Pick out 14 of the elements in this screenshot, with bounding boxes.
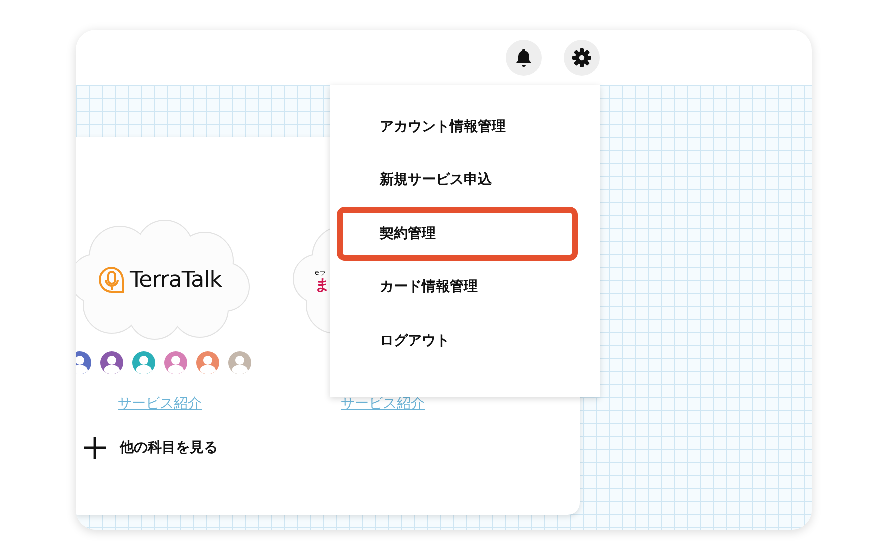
service-logo-text: TerraTalk (130, 268, 222, 292)
menu-item[interactable]: ログアウト (337, 314, 578, 368)
microphone-icon (98, 266, 126, 294)
more-subjects-link[interactable]: 他の科目を見る (84, 437, 580, 459)
bell-icon (515, 48, 533, 68)
notification-button[interactable] (506, 40, 542, 76)
menu-item[interactable]: 新規サービス申込 (337, 154, 578, 207)
menu-item[interactable]: 契約管理 (337, 207, 578, 260)
settings-icon (572, 48, 592, 68)
menu-item[interactable]: アカウント情報管理 (337, 100, 578, 154)
settings-button[interactable] (564, 40, 600, 76)
plus-icon (84, 437, 106, 459)
service-logo-text: ま (315, 278, 330, 292)
menu-item[interactable]: カード情報管理 (337, 260, 578, 314)
